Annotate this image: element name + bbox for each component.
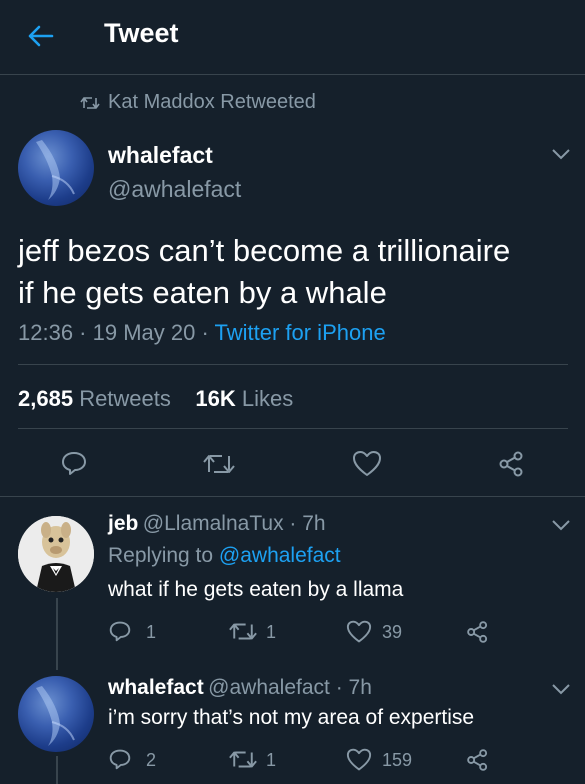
like-icon[interactable] bbox=[346, 620, 372, 644]
reply-icon[interactable] bbox=[60, 450, 88, 476]
reply-count: 1 bbox=[146, 622, 157, 642]
tweet-timestamp: 12:36 · 19 May 20 · bbox=[18, 320, 215, 345]
share-icon[interactable] bbox=[498, 450, 526, 478]
reply-author-name[interactable]: whalefact bbox=[108, 676, 204, 699]
back-arrow-icon[interactable] bbox=[26, 24, 54, 48]
reply-icon[interactable] bbox=[108, 748, 132, 770]
tweet-divider bbox=[0, 496, 585, 497]
likes-stat[interactable]: 16K Likes bbox=[195, 386, 293, 411]
like-count: 39 bbox=[382, 622, 403, 642]
reply-author-name[interactable]: jeb bbox=[108, 512, 138, 535]
reply-header: jeb @LlamalnaTux · 7h bbox=[108, 512, 326, 536]
llama-avatar-image bbox=[18, 516, 94, 592]
retweet-icon bbox=[80, 97, 100, 109]
like-count: 159 bbox=[382, 750, 413, 770]
stats-divider bbox=[18, 428, 568, 429]
header-divider bbox=[0, 74, 585, 75]
retweet-count: 1 bbox=[266, 750, 277, 770]
avatar[interactable] bbox=[18, 676, 94, 752]
tweet-text-line-2: if he gets eaten by a whale bbox=[18, 275, 387, 310]
retweet-action-icon[interactable] bbox=[228, 749, 258, 770]
reply-icon[interactable] bbox=[108, 620, 132, 642]
retweet-count: 1 bbox=[266, 622, 277, 642]
tweet-meta: 12:36 · 19 May 20 · Twitter for iPhone bbox=[18, 320, 386, 346]
chevron-down-icon[interactable] bbox=[550, 518, 572, 532]
tweet-text-line-1: jeff bezos can’t become a trillionaire bbox=[18, 233, 511, 268]
retweet-banner-text: Kat Maddox Retweeted bbox=[108, 91, 316, 113]
author-handle[interactable]: @awhalefact bbox=[108, 176, 241, 203]
thread-line bbox=[56, 756, 58, 784]
reply-text: what if he gets eaten by a llama bbox=[108, 578, 404, 601]
author-name[interactable]: whalefact bbox=[108, 142, 213, 169]
avatar[interactable] bbox=[18, 516, 94, 592]
like-icon[interactable] bbox=[346, 748, 372, 772]
retweets-stat[interactable]: 2,685 Retweets bbox=[18, 386, 171, 411]
whale-avatar-image bbox=[36, 686, 75, 746]
page-title: Tweet bbox=[104, 18, 179, 48]
share-icon[interactable] bbox=[466, 748, 490, 772]
retweet-action-icon[interactable] bbox=[228, 621, 258, 642]
reply-author-handle[interactable]: @LlamalnaTux · 7h bbox=[143, 512, 326, 535]
replying-to-link[interactable]: @awhalefact bbox=[219, 544, 341, 567]
replying-to: Replying to @awhalefact bbox=[108, 544, 341, 567]
meta-divider bbox=[18, 364, 568, 365]
reply-header: whalefact @awhalefact · 7h bbox=[108, 676, 372, 700]
like-icon[interactable] bbox=[352, 450, 382, 478]
share-icon[interactable] bbox=[466, 620, 490, 644]
reply-count: 2 bbox=[146, 750, 157, 770]
chevron-down-icon[interactable] bbox=[550, 147, 572, 161]
thread-line bbox=[56, 598, 58, 670]
chevron-down-icon[interactable] bbox=[550, 682, 572, 696]
reply-text: i’m sorry that’s not my area of expertis… bbox=[108, 706, 475, 729]
whale-avatar-image bbox=[36, 140, 75, 200]
reply-author-handle[interactable]: @awhalefact · 7h bbox=[208, 676, 372, 699]
avatar[interactable] bbox=[18, 130, 94, 206]
tweet-stats: 2,685 Retweets 16K Likes bbox=[18, 386, 293, 412]
tweet-source-link[interactable]: Twitter for iPhone bbox=[215, 320, 386, 345]
retweet-action-icon[interactable] bbox=[202, 452, 236, 476]
